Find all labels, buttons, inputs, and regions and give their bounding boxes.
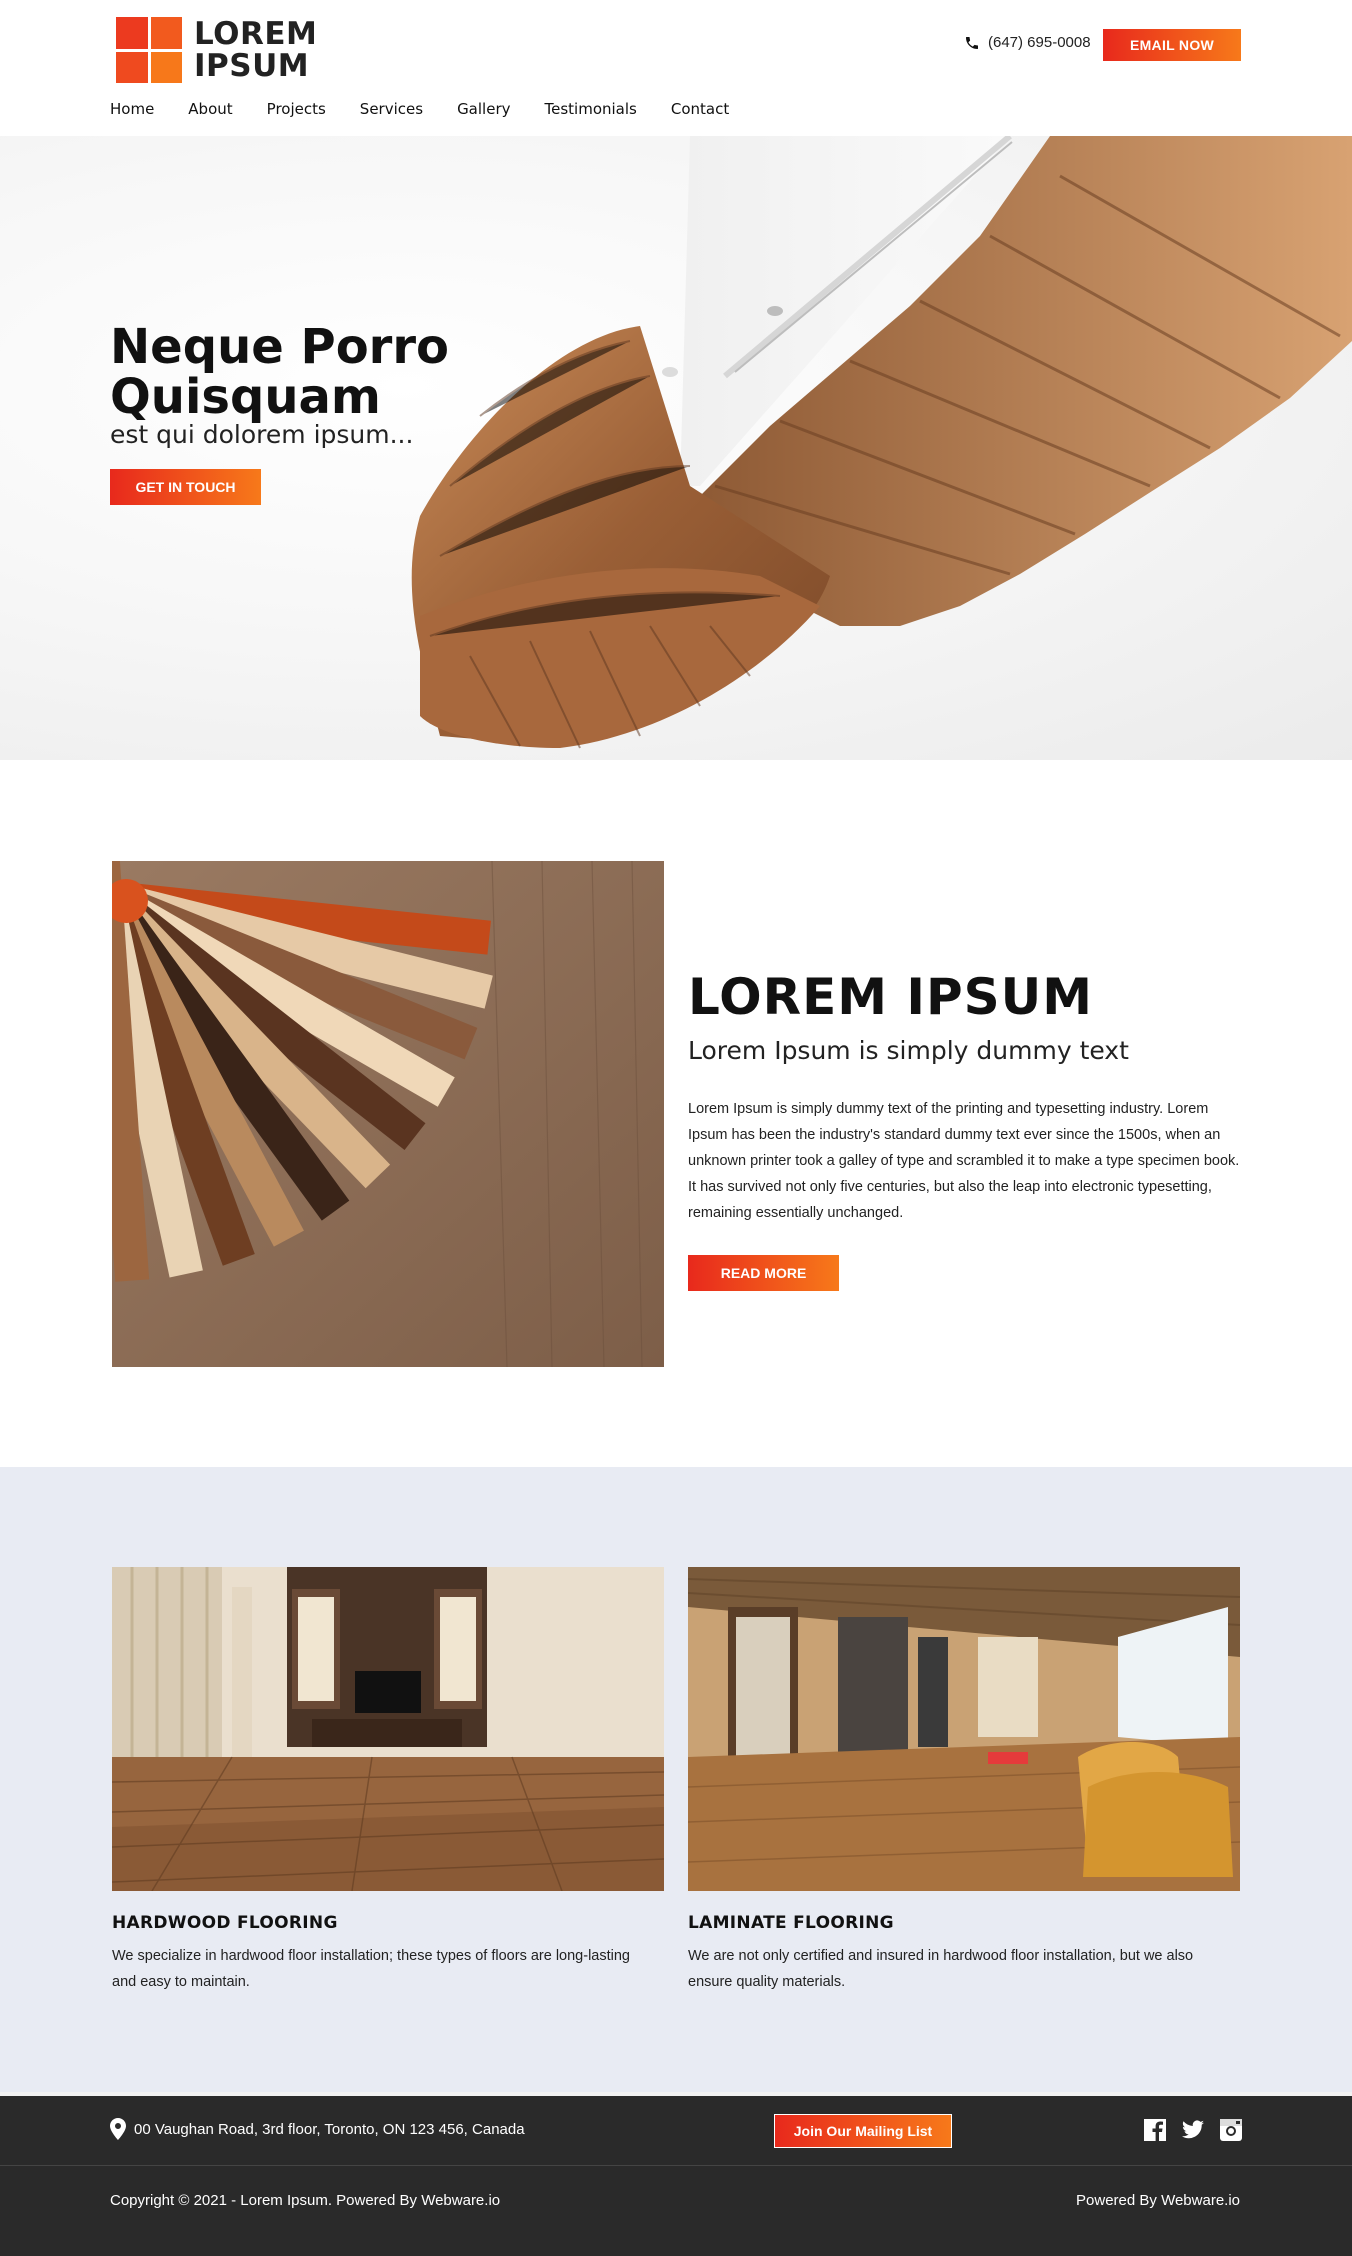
service-title-laminate: LAMINATE FLOORING [688,1913,894,1933]
hero-subtitle: est qui dolorem ipsum... [110,420,414,449]
service-card-laminate: LAMINATE FLOORING We are not only certif… [688,1567,1240,1995]
logo-line-2: IPSUM [194,48,310,84]
hero-section: Neque Porro Quisquam est qui dolorem ips… [0,136,1352,760]
email-now-button[interactable]: EMAIL NOW [1103,29,1241,61]
site-header: LOREM IPSUM (647) 695-0008 EMAIL NOW Hom… [0,0,1352,136]
site-logo[interactable]: LOREM IPSUM [116,17,317,83]
logo-text: LOREM IPSUM [194,18,317,82]
service-card-hardwood: HARDWOOD FLOORING We specialize in hardw… [112,1567,664,1995]
nav-item-projects[interactable]: Projects [267,100,326,118]
nav-item-services[interactable]: Services [360,100,423,118]
social-links [1143,2118,1243,2142]
service-text-laminate: We are not only certified and insured in… [688,1948,1194,1990]
powered-by-link[interactable]: Powered By Webware.io [1076,2192,1240,2209]
instagram-icon[interactable] [1219,2118,1243,2142]
laminate-room-image [688,1567,1240,1891]
footer-top-row: 00 Vaughan Road, 3rd floor, Toronto, ON … [0,2096,1352,2166]
copyright-text: Copyright © 2021 - Lorem Ipsum. Powered … [110,2192,501,2209]
read-more-button[interactable]: READ MORE [688,1255,839,1291]
hero-title: Neque Porro Quisquam [110,322,530,422]
main-nav: Home About Projects Services Gallery Tes… [110,100,763,118]
service-title-hardwood: HARDWOOD FLOORING [112,1913,338,1933]
about-heading: LOREM IPSUM [688,968,1094,1026]
footer-address: 00 Vaughan Road, 3rd floor, Toronto, ON … [110,2118,525,2140]
logo-mark-icon [116,17,182,83]
services-section: HARDWOOD FLOORING We specialize in hardw… [0,1467,1352,2092]
nav-item-testimonials[interactable]: Testimonials [545,100,637,118]
nav-item-home[interactable]: Home [110,100,154,118]
hero-title-line-1: Neque Porro [110,319,449,375]
logo-line-1: LOREM [194,16,318,52]
about-subheading: Lorem Ipsum is simply dummy text [688,1036,1129,1065]
join-mailing-list-button[interactable]: Join Our Mailing List [774,2114,952,2148]
hardwood-room-image [112,1567,664,1891]
phone-number: (647) 695-0008 [988,34,1091,51]
phone-contact[interactable]: (647) 695-0008 [964,34,1091,51]
nav-item-contact[interactable]: Contact [671,100,729,118]
site-footer: 00 Vaughan Road, 3rd floor, Toronto, ON … [0,2092,1352,2256]
location-pin-icon [110,2118,126,2140]
hero-title-line-2: Quisquam [110,369,381,425]
get-in-touch-button[interactable]: GET IN TOUCH [110,469,261,505]
facebook-icon[interactable] [1143,2118,1167,2142]
twitter-icon[interactable] [1181,2118,1205,2142]
phone-icon [966,36,978,49]
address-text: 00 Vaughan Road, 3rd floor, Toronto, ON … [134,2120,525,2138]
nav-item-about[interactable]: About [188,100,232,118]
service-text-hardwood: We specialize in hardwood floor installa… [112,1948,630,1990]
wood-samples-image [112,861,664,1367]
about-paragraph: Lorem Ipsum is simply dummy text of the … [688,1101,1240,1221]
nav-item-gallery[interactable]: Gallery [457,100,510,118]
